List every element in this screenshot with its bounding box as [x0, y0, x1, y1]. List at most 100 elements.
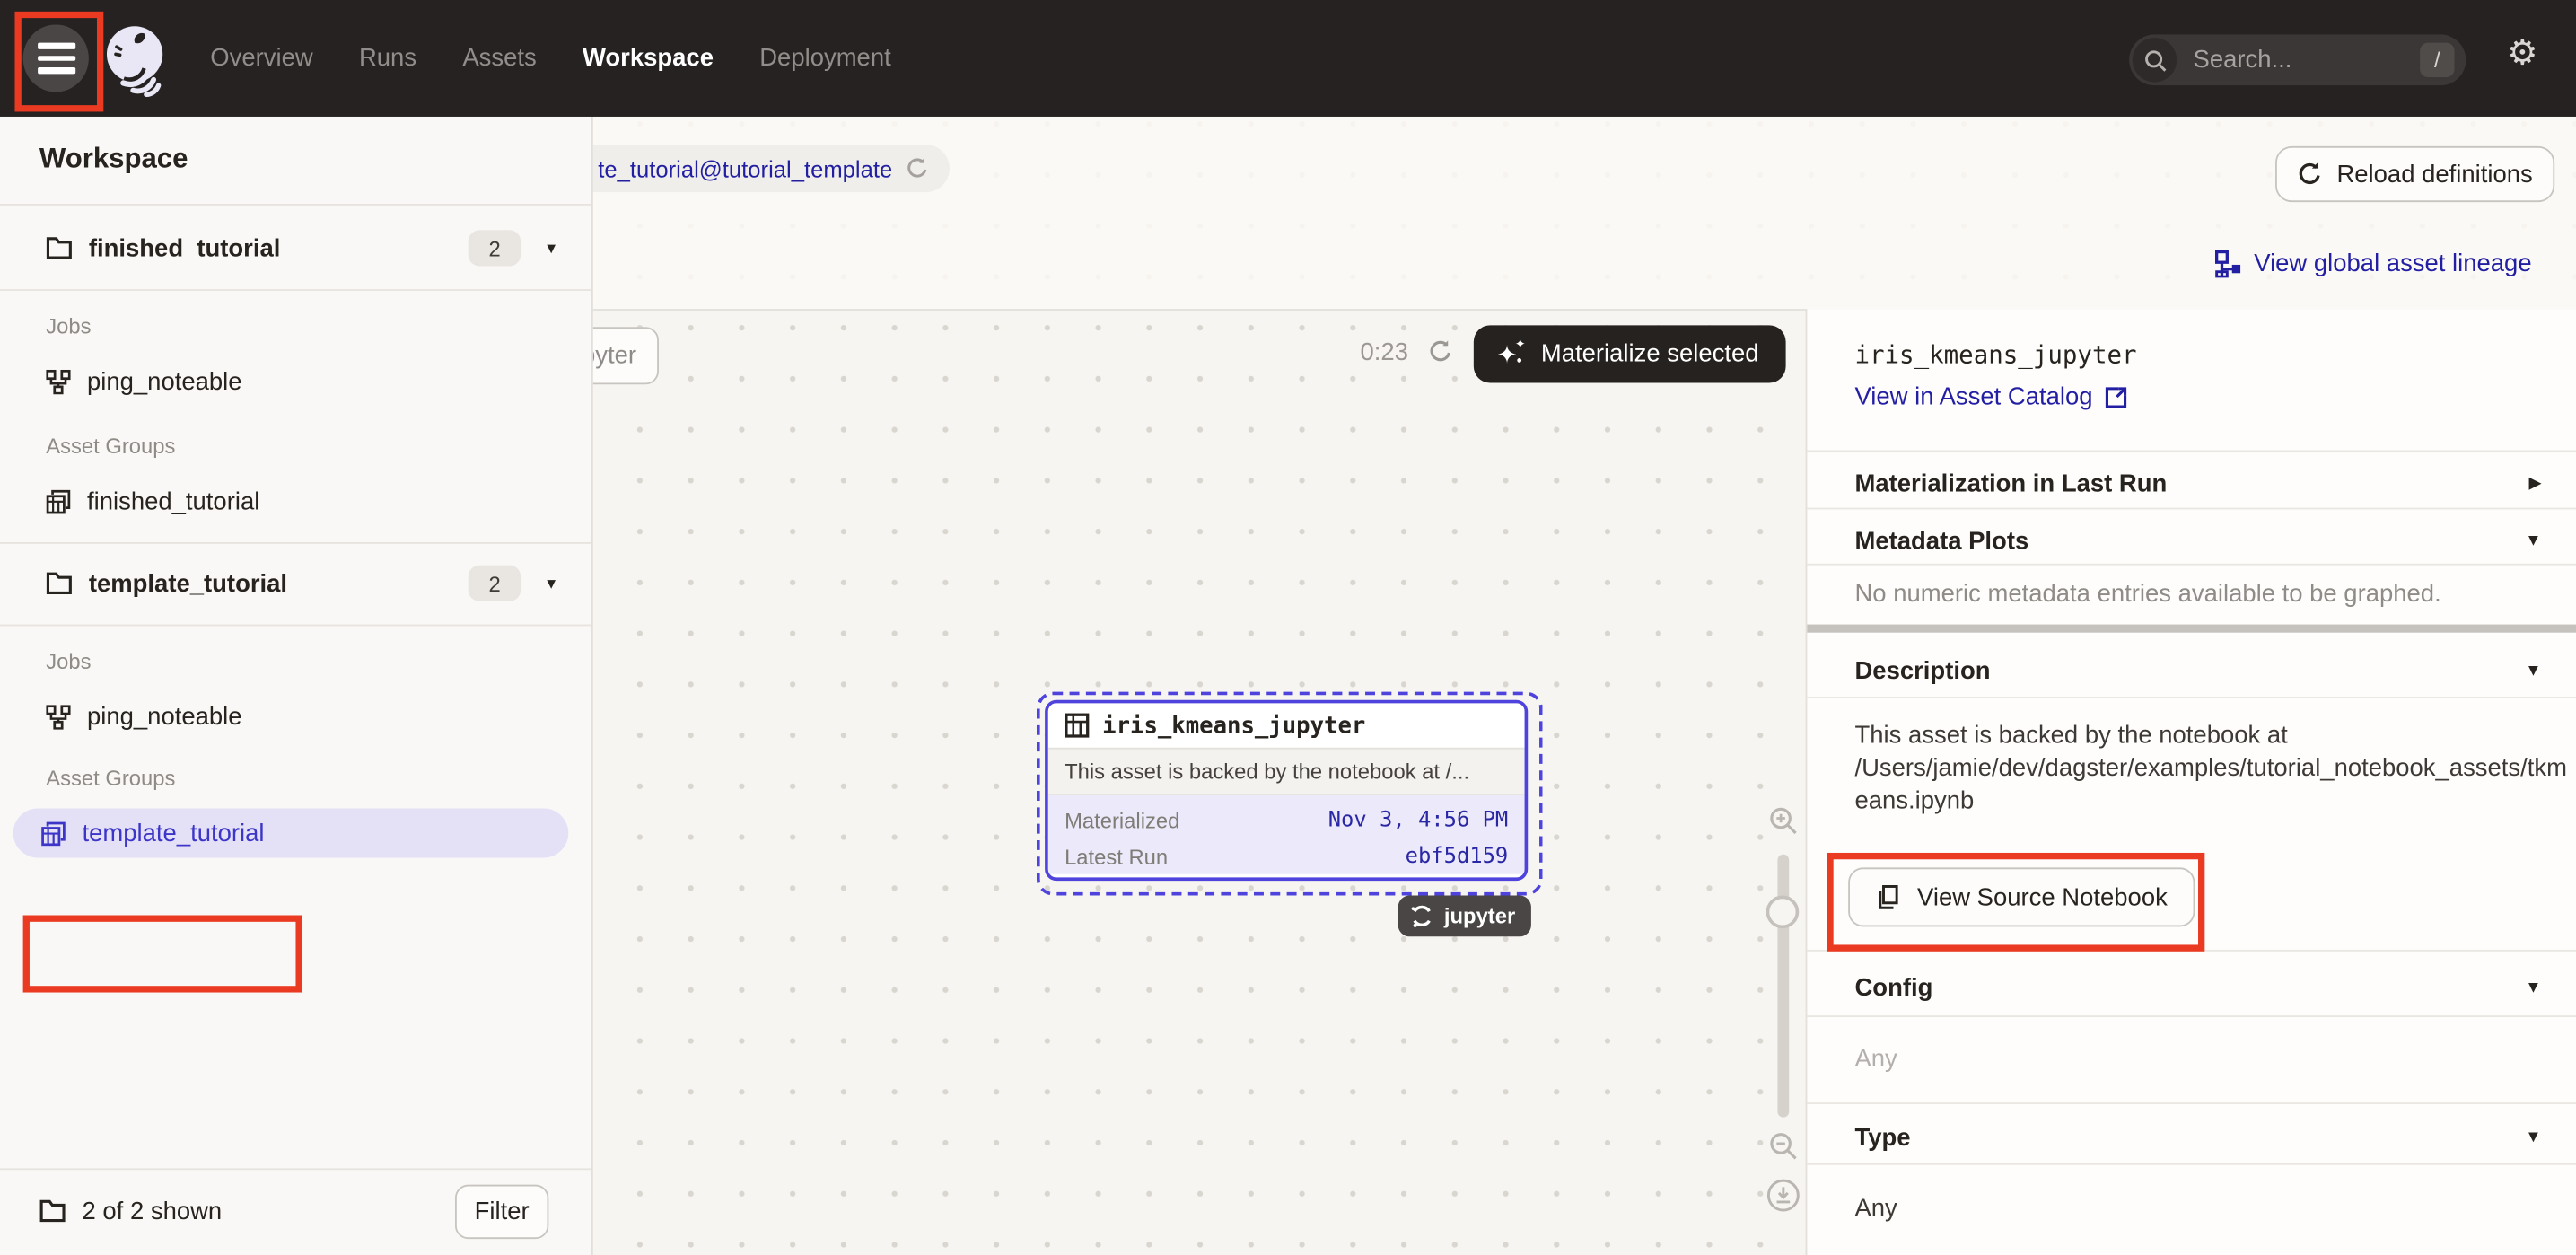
section-label: Config	[1854, 973, 1932, 1001]
zoom-slider-thumb[interactable]	[1766, 896, 1800, 929]
caret-down-icon: ▼	[2525, 979, 2541, 996]
nav-overview[interactable]: Overview	[210, 44, 312, 72]
divider	[0, 204, 591, 206]
dagster-logo[interactable]	[101, 22, 173, 97]
asset-node-selection-outline[interactable]: iris_kmeans_jupyter This asset is backed…	[1037, 692, 1543, 896]
sidebar-item-asset-group-template-tutorial[interactable]: template_tutorial	[13, 809, 569, 858]
panel-asset-title: iris_kmeans_jupyter	[1854, 340, 2136, 370]
latest-run-link[interactable]: ebf5d159	[1406, 844, 1509, 868]
section-label: Description	[1854, 656, 1990, 684]
filter-button[interactable]: Filter	[455, 1185, 548, 1239]
workspace-sidebar: Workspace finished_tutorial 2 ▼ Jobs pin…	[0, 117, 593, 1255]
section-type[interactable]: Type ▼	[1807, 1112, 2576, 1162]
view-source-notebook-button[interactable]: View Source Notebook	[1848, 867, 2195, 926]
divider	[1807, 451, 2576, 452]
nav-runs[interactable]: Runs	[359, 44, 416, 72]
job-icon	[46, 704, 70, 728]
hamburger-menu-button[interactable]	[23, 24, 89, 92]
type-value: Any	[1854, 1193, 1897, 1226]
repositories-shown-count: 2 of 2 shown	[83, 1197, 223, 1224]
nav-deployment[interactable]: Deployment	[759, 44, 891, 72]
divider	[0, 1168, 591, 1170]
config-value: Any	[1854, 1045, 1897, 1073]
reload-definitions-label: Reload definitions	[2336, 160, 2532, 188]
divider	[1807, 564, 2576, 566]
folder-icon	[46, 572, 72, 595]
table-icon	[1065, 713, 1089, 737]
view-in-asset-catalog-link[interactable]: View in Asset Catalog	[1854, 382, 2126, 410]
search-input[interactable]: Search... /	[2129, 34, 2466, 85]
jobs-section-label: Jobs	[46, 314, 91, 338]
latest-run-label: Latest Run	[1065, 844, 1168, 868]
caret-down-icon: ▼	[2525, 1128, 2541, 1146]
sidebar-group-finished-tutorial[interactable]: finished_tutorial 2 ▼	[0, 220, 591, 276]
asset-group-name: template_tutorial	[83, 819, 265, 847]
job-name: ping_noteable	[87, 367, 242, 395]
nav-assets[interactable]: Assets	[462, 44, 536, 72]
divider	[0, 542, 591, 544]
asset-node-title: iris_kmeans_jupyter	[1102, 712, 1365, 738]
section-metadata-plots[interactable]: Metadata Plots ▼	[1807, 516, 2576, 566]
section-label: Type	[1854, 1123, 1910, 1151]
zoom-in-icon[interactable]	[1767, 805, 1799, 837]
search-placeholder: Search...	[2194, 46, 2421, 74]
code-location-label: te_tutorial@tutorial_template	[598, 155, 892, 181]
code-location-tag[interactable]: te_tutorial@tutorial_template	[558, 145, 950, 192]
lineage-link-label: View global asset lineage	[2254, 250, 2531, 277]
download-image-icon[interactable]	[1766, 1178, 1801, 1212]
catalog-link-label: View in Asset Catalog	[1854, 382, 2092, 410]
count-badge: 2	[469, 566, 521, 601]
sparkle-icon: ✦✦●	[1500, 341, 1526, 367]
zoom-out-icon[interactable]	[1767, 1130, 1799, 1162]
caret-down-icon[interactable]: ▼	[544, 241, 558, 255]
caret-down-icon[interactable]: ▼	[544, 576, 558, 591]
asset-node[interactable]: iris_kmeans_jupyter This asset is backed…	[1045, 700, 1528, 881]
jupyter-compute-kind-tag[interactable]: jupyter	[1398, 896, 1532, 937]
divider	[1807, 508, 2576, 510]
primary-nav: Overview Runs Assets Workspace Deploymen…	[210, 0, 890, 117]
asset-node-description: This asset is backed by the notebook at …	[1065, 759, 1469, 784]
folder-icon	[39, 1199, 66, 1223]
asset-groups-section-label: Asset Groups	[46, 434, 175, 458]
section-description[interactable]: Description ▼	[1807, 645, 2576, 695]
section-label: Metadata Plots	[1854, 527, 2028, 555]
section-materialization-in-last-run[interactable]: Materialization in Last Run ▶	[1807, 459, 2576, 508]
panel-resize-handle[interactable]	[1807, 625, 2576, 633]
caret-down-icon: ▼	[2525, 531, 2541, 549]
jobs-section-label: Jobs	[46, 649, 91, 673]
asset-group-name: finished_tutorial	[87, 487, 259, 515]
graph-refresh-icon[interactable]	[1428, 338, 1454, 364]
sidebar-group-template-tutorial[interactable]: template_tutorial 2 ▼	[0, 556, 591, 611]
materialize-selected-button[interactable]: ✦✦● Materialize selected	[1474, 325, 1785, 382]
asset-details-panel: iris_kmeans_jupyter View in Asset Catalo…	[1806, 309, 2576, 1255]
nav-workspace[interactable]: Workspace	[583, 44, 714, 72]
group-name: finished_tutorial	[89, 234, 281, 262]
materialized-value: Nov 3, 4:56 PM	[1328, 808, 1509, 832]
divider	[1807, 1163, 2576, 1165]
section-label: Materialization in Last Run	[1854, 470, 2167, 497]
reload-definitions-button[interactable]: Reload definitions	[2275, 146, 2554, 202]
asset-groups-section-label: Asset Groups	[46, 766, 175, 790]
sidebar-item-job-ping-noteable[interactable]: ping_noteable	[0, 692, 591, 742]
group-name: template_tutorial	[89, 569, 287, 597]
jupyter-tag-label: jupyter	[1444, 904, 1515, 928]
refresh-icon[interactable]	[906, 156, 930, 180]
section-config[interactable]: Config ▼	[1807, 963, 2576, 1013]
refresh-countdown: 0:23	[1361, 338, 1408, 366]
lineage-icon	[2214, 250, 2242, 277]
slash-shortcut-badge: /	[2420, 43, 2454, 77]
asset-group-icon	[46, 489, 70, 513]
hamburger-icon	[37, 43, 74, 48]
view-global-asset-lineage-link[interactable]: View global asset lineage	[2214, 250, 2531, 277]
materialized-label: Materialized	[1065, 808, 1179, 832]
divider	[1807, 1015, 2576, 1017]
settings-gear-icon[interactable]: ⚙	[2507, 36, 2537, 70]
divider	[1807, 1102, 2576, 1104]
job-name: ping_noteable	[87, 702, 242, 730]
job-icon	[46, 369, 70, 393]
reload-icon	[2298, 161, 2324, 187]
sidebar-item-asset-group-finished-tutorial[interactable]: finished_tutorial	[0, 477, 591, 526]
sidebar-item-job-ping-noteable[interactable]: ping_noteable	[0, 356, 591, 406]
folder-icon	[46, 237, 72, 260]
zoom-slider-track[interactable]	[1777, 855, 1789, 1118]
